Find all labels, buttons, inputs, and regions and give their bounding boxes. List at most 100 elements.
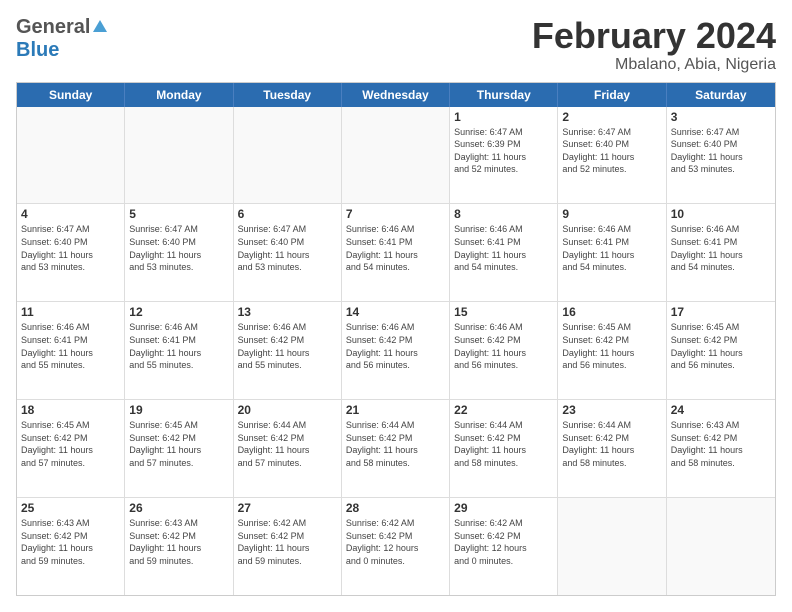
day-number: 11 <box>21 305 120 319</box>
calendar-day-12: 12Sunrise: 6:46 AM Sunset: 6:41 PM Dayli… <box>125 302 233 399</box>
weekday-header-friday: Friday <box>558 83 666 107</box>
calendar-day-18: 18 Sunrise: 6:45 AM Sunset: 6:42 PM Dayli… <box>17 400 125 497</box>
calendar-day-5: 5 Sunrise: 6:47 AM Sunset: 6:40 PM Daylig… <box>125 204 233 301</box>
weekday-header-monday: Monday <box>125 83 233 107</box>
calendar-day-20: 20 Sunrise: 6:44 AM Sunset: 6:42 PM Dayli… <box>234 400 342 497</box>
calendar-day-19: 19Sunrise: 6:45 AM Sunset: 6:42 PM Dayli… <box>125 400 233 497</box>
day-number: 28 <box>346 501 445 515</box>
day-info: Sunrise: 6:47 AM Sunset: 6:40 PM Dayligh… <box>562 126 661 176</box>
calendar-day-2: 2 Sunrise: 6:47 AM Sunset: 6:40 PM Daylig… <box>558 107 666 204</box>
calendar-day-29: 29Sunrise: 6:42 AM Sunset: 6:42 PM Dayli… <box>450 498 558 595</box>
day-info: Sunrise: 6:46 AM Sunset: 6:41 PM Dayligh… <box>346 223 445 273</box>
calendar-day-17: 17 Sunrise: 6:45 AM Sunset: 6:42 PM Dayli… <box>667 302 775 399</box>
day-info: Sunrise: 6:45 AM Sunset: 6:42 PM Dayligh… <box>562 321 661 371</box>
day-info: Sunrise: 6:46 AM Sunset: 6:42 PM Dayligh… <box>346 321 445 371</box>
logo-general: General <box>16 16 90 39</box>
calendar-day-24: 24 Sunrise: 6:43 AM Sunset: 6:42 PM Dayli… <box>667 400 775 497</box>
calendar-empty-cell <box>667 498 775 595</box>
calendar-title: February 2024 <box>532 16 776 56</box>
calendar-weekday-header: SundayMondayTuesdayWednesdayThursdayFrid… <box>17 83 775 107</box>
weekday-header-saturday: Saturday <box>667 83 775 107</box>
day-info: Sunrise: 6:44 AM Sunset: 6:42 PM Dayligh… <box>454 419 553 469</box>
logo: General Blue <box>16 16 107 62</box>
day-number: 15 <box>454 305 553 319</box>
day-number: 21 <box>346 403 445 417</box>
day-info: Sunrise: 6:47 AM Sunset: 6:39 PM Dayligh… <box>454 126 553 176</box>
calendar-week-3: 11 Sunrise: 6:46 AM Sunset: 6:41 PM Dayli… <box>17 302 775 400</box>
day-info: Sunrise: 6:45 AM Sunset: 6:42 PM Dayligh… <box>21 419 120 469</box>
day-info: Sunrise: 6:46 AM Sunset: 6:41 PM Dayligh… <box>562 223 661 273</box>
calendar-day-8: 8Sunrise: 6:46 AM Sunset: 6:41 PM Daylig… <box>450 204 558 301</box>
day-info: Sunrise: 6:47 AM Sunset: 6:40 PM Dayligh… <box>238 223 337 273</box>
weekday-header-thursday: Thursday <box>450 83 558 107</box>
weekday-header-tuesday: Tuesday <box>234 83 342 107</box>
calendar-day-22: 22 Sunrise: 6:44 AM Sunset: 6:42 PM Dayli… <box>450 400 558 497</box>
day-number: 9 <box>562 207 661 221</box>
day-info: Sunrise: 6:46 AM Sunset: 6:42 PM Dayligh… <box>454 321 553 371</box>
day-info: Sunrise: 6:46 AM Sunset: 6:42 PM Dayligh… <box>238 321 337 371</box>
day-number: 26 <box>129 501 228 515</box>
day-number: 2 <box>562 110 661 124</box>
day-number: 25 <box>21 501 120 515</box>
calendar-empty-cell <box>125 107 233 204</box>
title-section: February 2024 Mbalano, Abia, Nigeria <box>532 16 776 74</box>
day-number: 17 <box>671 305 771 319</box>
day-number: 5 <box>129 207 228 221</box>
calendar-day-13: 13 Sunrise: 6:46 AM Sunset: 6:42 PM Dayli… <box>234 302 342 399</box>
day-info: Sunrise: 6:45 AM Sunset: 6:42 PM Dayligh… <box>671 321 771 371</box>
day-info: Sunrise: 6:46 AM Sunset: 6:41 PM Dayligh… <box>671 223 771 273</box>
calendar-week-2: 4 Sunrise: 6:47 AM Sunset: 6:40 PM Daylig… <box>17 204 775 302</box>
calendar-day-3: 3Sunrise: 6:47 AM Sunset: 6:40 PM Daylig… <box>667 107 775 204</box>
day-info: Sunrise: 6:44 AM Sunset: 6:42 PM Dayligh… <box>562 419 661 469</box>
day-info: Sunrise: 6:44 AM Sunset: 6:42 PM Dayligh… <box>346 419 445 469</box>
calendar: SundayMondayTuesdayWednesdayThursdayFrid… <box>16 82 776 596</box>
day-number: 1 <box>454 110 553 124</box>
calendar-day-21: 21 Sunrise: 6:44 AM Sunset: 6:42 PM Dayli… <box>342 400 450 497</box>
calendar-empty-cell <box>234 107 342 204</box>
calendar-day-25: 25 Sunrise: 6:43 AM Sunset: 6:42 PM Dayli… <box>17 498 125 595</box>
calendar-empty-cell <box>558 498 666 595</box>
day-number: 16 <box>562 305 661 319</box>
day-info: Sunrise: 6:46 AM Sunset: 6:41 PM Dayligh… <box>21 321 120 371</box>
day-number: 22 <box>454 403 553 417</box>
calendar-week-4: 18 Sunrise: 6:45 AM Sunset: 6:42 PM Dayli… <box>17 400 775 498</box>
calendar-day-15: 15 Sunrise: 6:46 AM Sunset: 6:42 PM Dayli… <box>450 302 558 399</box>
day-number: 12 <box>129 305 228 319</box>
day-number: 29 <box>454 501 553 515</box>
logo-blue: Blue <box>16 39 59 62</box>
day-info: Sunrise: 6:43 AM Sunset: 6:42 PM Dayligh… <box>21 517 120 567</box>
day-info: Sunrise: 6:47 AM Sunset: 6:40 PM Dayligh… <box>21 223 120 273</box>
day-info: Sunrise: 6:44 AM Sunset: 6:42 PM Dayligh… <box>238 419 337 469</box>
day-number: 4 <box>21 207 120 221</box>
calendar-subtitle: Mbalano, Abia, Nigeria <box>532 56 776 74</box>
day-number: 20 <box>238 403 337 417</box>
calendar-day-26: 26 Sunrise: 6:43 AM Sunset: 6:42 PM Dayli… <box>125 498 233 595</box>
calendar-day-4: 4 Sunrise: 6:47 AM Sunset: 6:40 PM Daylig… <box>17 204 125 301</box>
day-number: 3 <box>671 110 771 124</box>
day-info: Sunrise: 6:43 AM Sunset: 6:42 PM Dayligh… <box>671 419 771 469</box>
day-number: 18 <box>21 403 120 417</box>
day-number: 14 <box>346 305 445 319</box>
day-number: 8 <box>454 207 553 221</box>
day-number: 6 <box>238 207 337 221</box>
calendar-body: 1 Sunrise: 6:47 AM Sunset: 6:39 PM Daylig… <box>17 107 775 595</box>
calendar-day-14: 14 Sunrise: 6:46 AM Sunset: 6:42 PM Dayli… <box>342 302 450 399</box>
calendar-week-5: 25 Sunrise: 6:43 AM Sunset: 6:42 PM Dayli… <box>17 498 775 595</box>
calendar-empty-cell <box>17 107 125 204</box>
calendar-day-9: 9 Sunrise: 6:46 AM Sunset: 6:41 PM Daylig… <box>558 204 666 301</box>
calendar-day-6: 6 Sunrise: 6:47 AM Sunset: 6:40 PM Daylig… <box>234 204 342 301</box>
calendar-week-1: 1 Sunrise: 6:47 AM Sunset: 6:39 PM Daylig… <box>17 107 775 205</box>
day-number: 13 <box>238 305 337 319</box>
day-number: 24 <box>671 403 771 417</box>
day-info: Sunrise: 6:43 AM Sunset: 6:42 PM Dayligh… <box>129 517 228 567</box>
day-info: Sunrise: 6:47 AM Sunset: 6:40 PM Dayligh… <box>129 223 228 273</box>
day-number: 19 <box>129 403 228 417</box>
day-number: 27 <box>238 501 337 515</box>
calendar-day-16: 16 Sunrise: 6:45 AM Sunset: 6:42 PM Dayli… <box>558 302 666 399</box>
logo-triangle-icon <box>93 20 107 32</box>
day-info: Sunrise: 6:42 AM Sunset: 6:42 PM Dayligh… <box>346 517 445 567</box>
calendar-empty-cell <box>342 107 450 204</box>
calendar-day-10: 10Sunrise: 6:46 AM Sunset: 6:41 PM Dayli… <box>667 204 775 301</box>
day-info: Sunrise: 6:42 AM Sunset: 6:42 PM Dayligh… <box>238 517 337 567</box>
day-number: 23 <box>562 403 661 417</box>
